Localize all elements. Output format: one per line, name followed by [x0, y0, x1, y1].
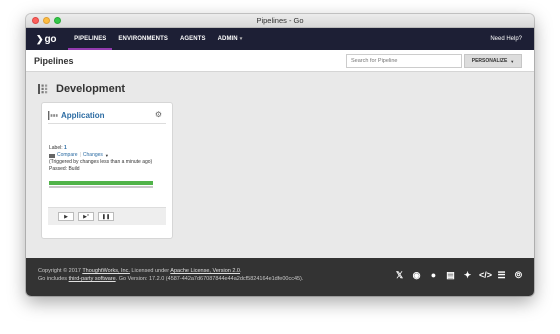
compare-link[interactable]: Compare	[57, 152, 78, 159]
page-title: Pipelines	[34, 55, 74, 66]
includes-text: Go includes	[38, 276, 69, 282]
chevron-down-icon: ▼	[510, 58, 515, 64]
code-icon[interactable]: </>	[479, 271, 492, 280]
period-text: .	[240, 268, 242, 274]
nav-environments-label: ENVIRONMENTS	[118, 36, 168, 42]
version-text: . Go Version: 17.2.0 (4587-442a7d6708784…	[115, 276, 304, 282]
pipeline-name-link[interactable]: Application	[61, 111, 105, 120]
apache-license-link[interactable]: Apache License, Version 2.0	[170, 268, 240, 274]
stage-progress-track	[49, 186, 153, 188]
copyright-text: Copyright © 2017	[38, 268, 83, 274]
pipeline-card: Application ⚙ Label: 1 Compare | Changes…	[41, 102, 173, 239]
twitter-icon[interactable]: 𝕏	[394, 271, 405, 280]
social-links: 𝕏 ◉ ● ▤ ✦ </> ☰ ⦾	[394, 271, 524, 280]
personalize-label: PERSONALIZE	[471, 58, 508, 64]
trigger-button[interactable]: ▶	[58, 212, 74, 221]
chat-icon[interactable]: ●	[428, 271, 439, 280]
nav-admin[interactable]: ADMIN ▾	[218, 28, 243, 50]
pipeline-label-row: Label: 1	[49, 145, 166, 152]
nav-pipelines-label: PIPELINES	[74, 36, 107, 42]
maximize-window-button[interactable]	[54, 17, 61, 24]
nav-pipelines[interactable]: PIPELINES	[68, 28, 113, 50]
changes-link[interactable]: Changes	[83, 152, 103, 159]
third-party-link[interactable]: third-party software	[69, 276, 116, 282]
label-number-link[interactable]: 1	[64, 145, 67, 151]
close-window-button[interactable]	[32, 17, 39, 24]
pause-icon: ❚❚	[101, 213, 111, 220]
chevron-down-icon[interactable]: ▼	[105, 152, 109, 159]
compare-changes-row: Compare | Changes ▼	[49, 152, 166, 159]
nav-admin-label: ADMIN	[217, 36, 238, 42]
stage-progress-fill	[49, 181, 153, 185]
logo-text: go	[44, 33, 57, 45]
nav-agents-label: AGENTS	[179, 36, 206, 42]
top-nav: ❯ go PIPELINES ENVIRONMENTS AGENTS ADMIN…	[26, 28, 534, 50]
gear-icon[interactable]: ⚙	[155, 110, 162, 119]
pipeline-card-header: Application ⚙	[48, 108, 166, 124]
pipelines-dashboard: Development Application ⚙ Label: 1 Compa…	[26, 73, 534, 258]
nav-agents[interactable]: AGENTS	[180, 28, 206, 50]
pipeline-group-header: Development	[38, 83, 125, 95]
browser-window: Pipelines - Go ❯ go PIPELINES ENVIRONMEN…	[26, 14, 534, 296]
pipeline-group-name[interactable]: Development	[56, 83, 125, 95]
stage-status: Passed: Build	[49, 166, 80, 172]
pipeline-details: Label: 1 Compare | Changes ▼ (Triggered …	[49, 145, 166, 173]
minimize-window-button[interactable]	[43, 17, 50, 24]
pause-button[interactable]: ❚❚	[98, 212, 114, 221]
thoughtworks-link[interactable]: ThoughtWorks, Inc.	[82, 268, 130, 274]
go-logo[interactable]: ❯ go	[36, 34, 56, 45]
footer: Copyright © 2017 ThoughtWorks, Inc. Lice…	[26, 258, 534, 296]
nav-environments[interactable]: ENVIRONMENTS	[118, 28, 168, 50]
pipeline-group-icon	[38, 84, 48, 94]
pipeline-icon	[48, 111, 58, 120]
pipeline-actions: ▶ ▶* ❚❚	[48, 207, 166, 225]
separator: |	[79, 152, 81, 158]
page-header: Pipelines PERSONALIZE ▼	[26, 50, 534, 72]
plugin-icon[interactable]: ✦	[462, 271, 473, 280]
docs-icon[interactable]: ▤	[445, 271, 456, 280]
label-prefix: Label:	[49, 145, 65, 151]
personalize-button[interactable]: PERSONALIZE ▼	[464, 54, 522, 68]
trigger-info: (Triggered by changes less than a minute…	[49, 159, 153, 165]
logo-chevron-icon: ❯	[36, 33, 44, 44]
title-bar: Pipelines - Go	[26, 14, 534, 28]
chevron-down-icon: ▾	[239, 36, 243, 42]
rss-icon[interactable]: ⦾	[513, 271, 524, 280]
compare-icon	[49, 153, 55, 158]
search-input[interactable]	[346, 54, 462, 68]
license-text: Licensed under	[129, 268, 171, 274]
window-title: Pipelines - Go	[256, 16, 304, 25]
need-help-link[interactable]: Need Help?	[490, 36, 522, 42]
github-icon[interactable]: ◉	[411, 271, 422, 280]
play-icon: ▶	[64, 213, 68, 220]
server-icon[interactable]: ☰	[496, 271, 507, 280]
trigger-with-options-button[interactable]: ▶*	[78, 212, 94, 221]
window-controls	[32, 17, 61, 24]
play-with-options-icon: ▶*	[83, 213, 89, 220]
stage-progress-bar[interactable]	[49, 181, 153, 185]
